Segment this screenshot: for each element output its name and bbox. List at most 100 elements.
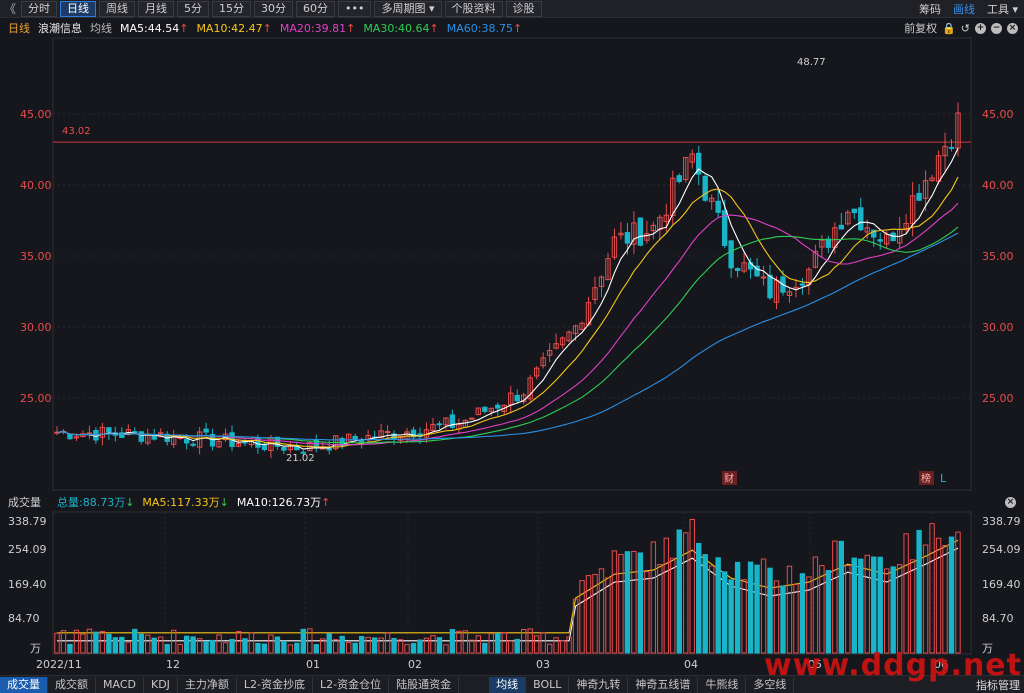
tab-main-net[interactable]: 主力净额: [178, 676, 237, 693]
volume-bar: [268, 634, 274, 654]
volume-ma10-line: [57, 547, 959, 642]
kline-chart[interactable]: 48.77 21.02 43.02 财 榜 L: [0, 0, 1024, 675]
volume-bar: [294, 642, 300, 654]
ma60-line: [56, 232, 959, 441]
candle-body: [916, 192, 922, 201]
candle-body: [890, 232, 896, 242]
volume-bar: [80, 633, 86, 654]
volume-bar: [579, 580, 585, 654]
volume-bar: [773, 580, 780, 654]
price-tick: 35.00: [982, 250, 1014, 263]
candle-body: [495, 404, 501, 409]
date-label: 03: [536, 658, 550, 671]
candle-body: [190, 443, 196, 446]
volume-bar: [313, 644, 319, 654]
ma5-line: [56, 147, 959, 450]
volume-bar: [618, 554, 624, 654]
volume-bar: [845, 565, 851, 654]
volume-bar: [281, 640, 287, 654]
volume-bar: [371, 637, 378, 654]
volume-bar: [890, 566, 896, 654]
volume-bar: [605, 577, 611, 654]
candle-body: [877, 239, 883, 242]
volume-bar: [644, 571, 650, 654]
volume-bar: [177, 643, 183, 654]
volume-total: 总量:88.73万↓: [57, 496, 135, 509]
volume-bar: [793, 584, 799, 654]
candle-body: [858, 207, 864, 231]
tab-kdj[interactable]: KDJ: [144, 676, 178, 693]
tab-magic-nine[interactable]: 神奇九转: [569, 676, 629, 693]
watermark: www.ddgp.net: [764, 648, 1022, 683]
finance-badge: 财: [724, 472, 734, 485]
volume-bar: [358, 636, 365, 654]
volume-bar: [637, 552, 644, 654]
volume-bar: [858, 558, 864, 654]
volume-bar: [222, 642, 229, 654]
volume-bar: [170, 629, 177, 654]
volume-bar: [585, 575, 592, 654]
volume-bar: [670, 557, 676, 654]
price-tick: 45.00: [982, 108, 1014, 121]
candle-body: [183, 439, 190, 444]
volume-ma10: MA10:126.73万↑: [236, 496, 331, 509]
tab-macd[interactable]: MACD: [96, 676, 144, 693]
price-tick: 30.00: [982, 321, 1014, 334]
tab-turnover[interactable]: 成交额: [48, 676, 96, 693]
volume-bar: [384, 632, 391, 654]
volume-bar: [676, 529, 682, 654]
tab-northbound[interactable]: 陆股通资金: [389, 676, 460, 693]
volume-bar: [501, 632, 507, 654]
candle-body: [482, 406, 488, 412]
volume-bar: [255, 643, 261, 654]
volume-bar: [955, 531, 961, 654]
volume-bar: [540, 632, 546, 654]
volume-bar: [203, 640, 209, 654]
volume-bar: [508, 640, 514, 654]
date-label: 02: [408, 658, 422, 671]
price-tick: 30.00: [20, 321, 52, 334]
tab-boll[interactable]: BOLL: [526, 676, 570, 693]
volume-bar: [475, 635, 482, 654]
volume-bar: [786, 565, 793, 654]
volume-legend: 成交量 总量:88.73万↓ MA5:117.33万↓ MA10:126.73万…: [0, 494, 1024, 510]
volume-bar: [404, 644, 410, 654]
volume-tick: 84.70: [982, 612, 1014, 625]
volume-bar: [145, 634, 151, 654]
volume-close-icon[interactable]: ×: [1005, 497, 1016, 508]
tab-volume[interactable]: 成交量: [0, 676, 48, 693]
volume-tick: 254.09: [8, 543, 47, 556]
volume-bar: [482, 642, 488, 654]
volume-bar: [650, 541, 657, 654]
volume-bar: [209, 639, 216, 654]
tab-ma[interactable]: 均线: [489, 676, 527, 693]
volume-unit: 万: [30, 642, 41, 655]
volume-bar: [443, 644, 449, 654]
tab-l2-bottom[interactable]: L2-资金抄底: [237, 676, 314, 693]
volume-bar: [935, 537, 942, 654]
volume-bar: [896, 564, 903, 654]
volume-bar: [624, 551, 631, 654]
volume-bar: [287, 644, 294, 654]
l-badge: L: [940, 472, 947, 485]
tab-bull-bear[interactable]: 牛熊线: [698, 676, 747, 693]
candle-body: [676, 175, 682, 183]
volume-bar: [242, 638, 248, 654]
volume-bar: [73, 629, 80, 654]
volume-bar: [417, 639, 423, 654]
volume-bar: [825, 570, 832, 654]
date-label: 01: [306, 658, 320, 671]
candle-body: [281, 447, 287, 451]
volume-bar: [903, 533, 909, 654]
volume-bar: [397, 639, 404, 654]
price-tick: 35.00: [20, 250, 52, 263]
tab-l2-position[interactable]: L2-资金仓位: [313, 676, 390, 693]
volume-title[interactable]: 成交量: [8, 494, 41, 510]
date-label: 12: [166, 658, 180, 671]
candle-body: [734, 268, 741, 271]
volume-bar: [229, 638, 235, 654]
tab-magic-five[interactable]: 神奇五线谱: [628, 676, 699, 693]
volume-bar: [430, 635, 436, 654]
price-tick: 40.00: [982, 179, 1014, 192]
volume-bar: [553, 637, 559, 654]
